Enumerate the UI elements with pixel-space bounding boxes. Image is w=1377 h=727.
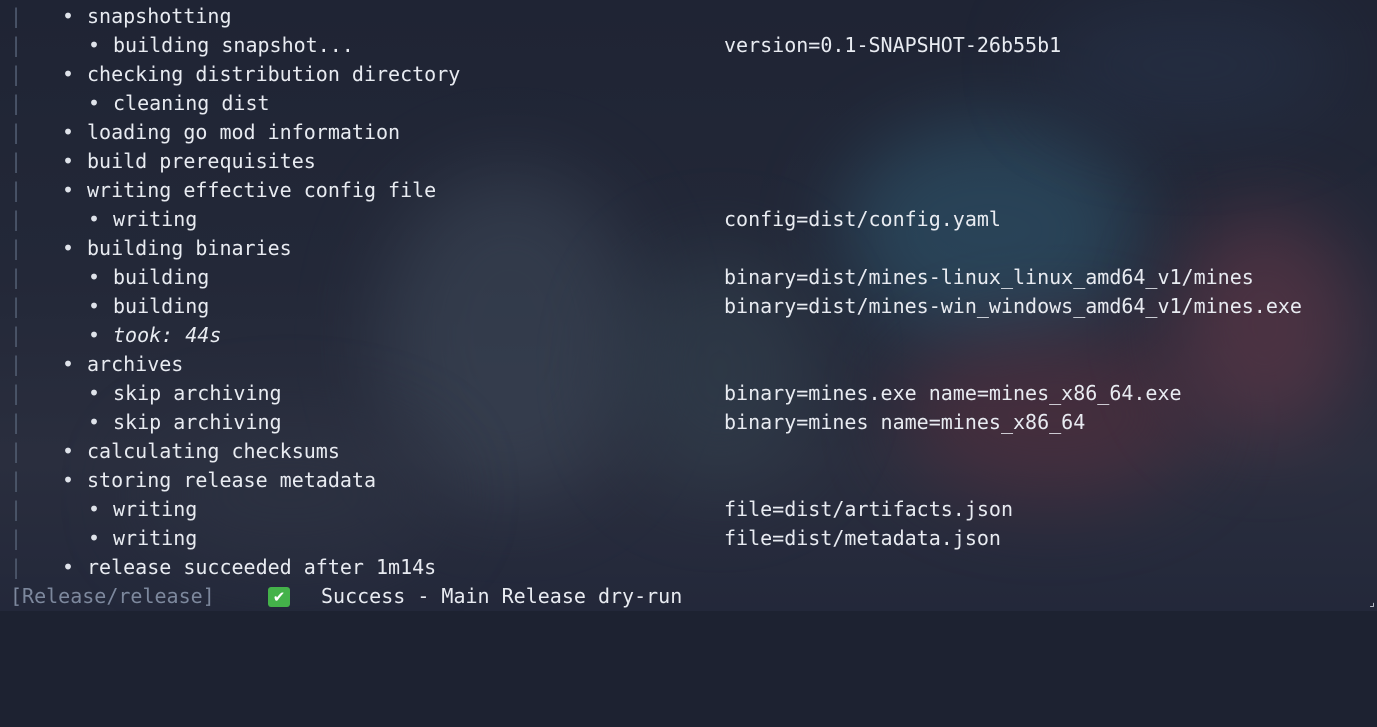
bullet-icon: •: [62, 439, 75, 463]
log-line: | • writing effective config file: [0, 176, 1377, 205]
gutter-bar: |: [10, 294, 23, 318]
log-message: cleaning dist: [113, 91, 270, 115]
gutter-bar: |: [10, 323, 23, 347]
log-message: snapshotting: [87, 4, 232, 28]
bullet-icon: •: [88, 33, 101, 57]
log-message: took: 44s: [113, 323, 222, 347]
bullet-icon: •: [88, 526, 101, 550]
log-message: building: [113, 294, 210, 318]
log-line: | • writing file=dist/artifacts.json: [0, 495, 1377, 524]
bullet-icon: •: [62, 62, 75, 86]
bullet-icon: •: [62, 236, 75, 260]
log-field: binary=mines name=mines_x86_64: [724, 410, 1086, 434]
gutter-bar: |: [10, 526, 23, 550]
gutter-bar: |: [10, 207, 23, 231]
gutter-bar: |: [10, 4, 23, 28]
gutter-bar: |: [10, 178, 23, 202]
log-message: writing: [113, 497, 198, 521]
bullet-icon: •: [88, 381, 101, 405]
log-message: archives: [87, 352, 184, 376]
bullet-icon: •: [62, 178, 75, 202]
log-message: building snapshot...: [113, 33, 354, 57]
gutter-bar: |: [10, 352, 23, 376]
bullet-icon: •: [62, 120, 75, 144]
job-status-line: [Release/release] ✔ Success - Main Relea…: [0, 582, 1377, 611]
log-field: file=dist/artifacts.json: [724, 497, 1013, 521]
log-line: | • skip archiving binary=mines.exe name=mi…: [0, 379, 1377, 408]
gutter-bar: |: [10, 381, 23, 405]
log-line: | • cleaning dist: [0, 89, 1377, 118]
log-line: | • skip archiving binary=mines name=mines_…: [0, 408, 1377, 437]
job-status-text: Success - Main Release dry-run: [321, 584, 683, 608]
log-message: storing release metadata: [87, 468, 376, 492]
bullet-icon: •: [62, 555, 75, 579]
log-line: | • calculating checksums: [0, 437, 1377, 466]
gutter-bar: |: [10, 439, 23, 463]
bullet-icon: •: [62, 352, 75, 376]
bullet-icon: •: [88, 207, 101, 231]
log-message: checking distribution directory: [87, 62, 461, 86]
gutter-bar: |: [10, 91, 23, 115]
log-field: binary=dist/mines-win_windows_amd64_v1/m…: [724, 294, 1302, 318]
log-line: | • archives: [0, 350, 1377, 379]
log-line: | • building binary=dist/mines-linux_linux_…: [0, 263, 1377, 292]
log-line: | • loading go mod information: [0, 118, 1377, 147]
bullet-icon: •: [62, 149, 75, 173]
gutter-bar: |: [10, 62, 23, 86]
log-message: writing: [113, 526, 198, 550]
log-field: file=dist/metadata.json: [724, 526, 1001, 550]
log-field: binary=mines.exe name=mines_x86_64.exe: [724, 381, 1182, 405]
bullet-icon: •: [88, 91, 101, 115]
bullet-icon: •: [88, 294, 101, 318]
job-label: [Release/release]: [10, 584, 215, 608]
bullet-icon: •: [88, 410, 101, 434]
log-line: | • building binary=dist/mines-win_windows_…: [0, 292, 1377, 321]
check-mark-icon: ✔: [268, 587, 290, 607]
bullet-icon: •: [88, 265, 101, 289]
log-line: | • snapshotting: [0, 2, 1377, 31]
log-lines: | • snapshotting | • building snapshot... vers…: [0, 2, 1377, 582]
log-message: loading go mod information: [87, 120, 401, 144]
gutter-bar: |: [10, 236, 23, 260]
gutter-bar: |: [10, 410, 23, 434]
log-message: skip archiving: [113, 381, 282, 405]
terminal-output: | • snapshotting | • building snapshot... vers…: [0, 2, 1377, 611]
log-field: version=0.1-SNAPSHOT-26b55b1: [724, 33, 1062, 57]
log-line: | • writing file=dist/metadata.json: [0, 524, 1377, 553]
gutter-bar: |: [10, 555, 23, 579]
gutter-bar: |: [10, 265, 23, 289]
log-line: | • build prerequisites: [0, 147, 1377, 176]
bullet-icon: •: [88, 323, 101, 347]
gutter-bar: |: [10, 497, 23, 521]
log-message: building: [113, 265, 210, 289]
log-line: | • building snapshot... version=0.1-SNAPSH…: [0, 31, 1377, 60]
log-line: | • release succeeded after 1m14s: [0, 553, 1377, 582]
bullet-icon: •: [88, 497, 101, 521]
log-message: release succeeded after 1m14s: [87, 555, 437, 579]
bullet-icon: •: [62, 4, 75, 28]
log-message: writing: [113, 207, 198, 231]
log-line: | • building binaries: [0, 234, 1377, 263]
log-line: | • writing config=dist/config.yaml: [0, 205, 1377, 234]
gutter-bar: |: [10, 33, 23, 57]
log-line: | • storing release metadata: [0, 466, 1377, 495]
log-message: writing effective config file: [87, 178, 437, 202]
gutter-bar: |: [10, 149, 23, 173]
log-line: | • took: 44s: [0, 321, 1377, 350]
gutter-bar: |: [10, 120, 23, 144]
resize-cursor-icon: ⌟: [1369, 595, 1375, 609]
gutter-bar: |: [10, 468, 23, 492]
log-message: build prerequisites: [87, 149, 316, 173]
bullet-icon: •: [62, 468, 75, 492]
log-field: config=dist/config.yaml: [724, 207, 1001, 231]
log-message: building binaries: [87, 236, 292, 260]
log-message: skip archiving: [113, 410, 282, 434]
log-message: calculating checksums: [87, 439, 340, 463]
log-field: binary=dist/mines-linux_linux_amd64_v1/m…: [724, 265, 1254, 289]
log-line: | • checking distribution directory: [0, 60, 1377, 89]
